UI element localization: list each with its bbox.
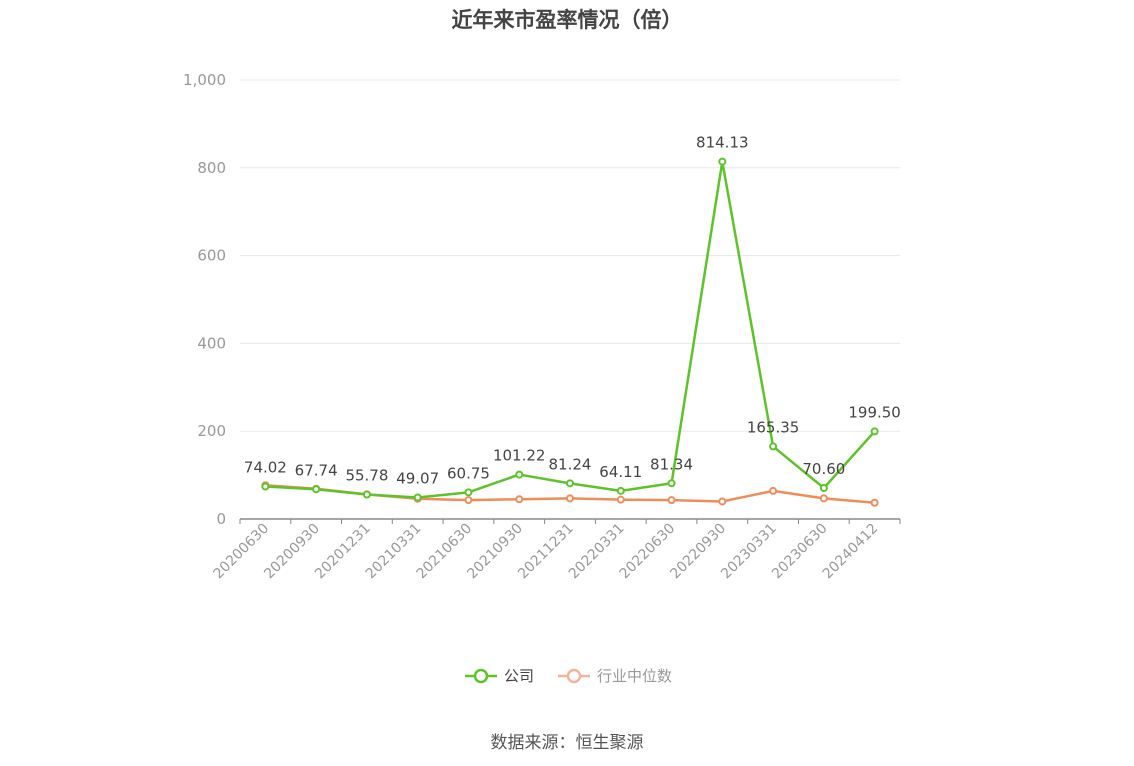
series-line — [265, 160, 876, 499]
y-tick-label: 200 — [197, 422, 226, 440]
y-tick-label: 600 — [197, 247, 226, 265]
legend: 公司 行业中位数 — [465, 667, 672, 685]
data-source: 数据来源：恒生聚源 — [490, 733, 644, 753]
data-point — [566, 494, 574, 503]
y-axis-ticks: 0 200 400 600 800 1,000 — [183, 71, 226, 528]
legend-label: 行业中位数 — [597, 667, 672, 685]
data-label: 165.35 — [747, 418, 800, 436]
data-point — [261, 482, 270, 491]
data-label: 55.78 — [345, 467, 388, 485]
data-label: 67.74 — [295, 461, 338, 479]
data-point — [819, 484, 828, 493]
data-point — [819, 494, 828, 503]
line-chart: 0 200 400 600 800 1,000 202006302020093020201… — [183, 71, 901, 685]
data-point — [616, 495, 625, 504]
data-point — [870, 498, 879, 507]
data-point — [362, 490, 371, 499]
data-label: 81.24 — [549, 455, 592, 473]
x-tick-label: 20240412 — [820, 521, 882, 583]
x-axis: 2020063020200930202012312021033120210630… — [211, 518, 901, 583]
data-point — [667, 496, 676, 505]
data-point — [718, 157, 727, 166]
data-label: 814.13 — [696, 134, 749, 152]
data-point — [413, 493, 422, 502]
data-point — [616, 486, 625, 495]
data-label: 81.34 — [650, 455, 693, 473]
grid-lines — [240, 79, 900, 432]
data-point — [718, 497, 727, 506]
data-labels: 74.02 67.74 55.78 49.07 60.75101.22 81.24 64.1… — [244, 134, 901, 488]
legend-swatch-marker — [566, 668, 582, 684]
data-label: 199.50 — [848, 403, 901, 421]
data-label: 101.22 — [493, 447, 546, 465]
data-point — [515, 495, 524, 504]
data-point — [870, 427, 879, 436]
data-point — [769, 486, 778, 495]
legend-label: 公司 — [504, 667, 534, 685]
data-point — [566, 479, 574, 488]
data-label: 60.75 — [447, 464, 490, 482]
data-point — [667, 479, 676, 488]
y-tick-label: 1,000 — [183, 71, 226, 89]
y-tick-label: 800 — [197, 159, 226, 177]
data-label: 74.02 — [244, 459, 287, 477]
data-point — [464, 488, 473, 497]
data-label: 49.07 — [396, 469, 439, 487]
y-tick-label: 0 — [216, 510, 226, 528]
data-label: 70.60 — [802, 460, 845, 478]
y-tick-label: 400 — [197, 334, 226, 352]
data-point — [769, 442, 778, 451]
series-layer — [261, 157, 879, 507]
data-point — [312, 485, 321, 494]
data-point — [464, 496, 473, 505]
data-label: 64.11 — [599, 463, 642, 481]
data-point — [515, 470, 524, 479]
legend-swatch-marker — [473, 668, 489, 684]
